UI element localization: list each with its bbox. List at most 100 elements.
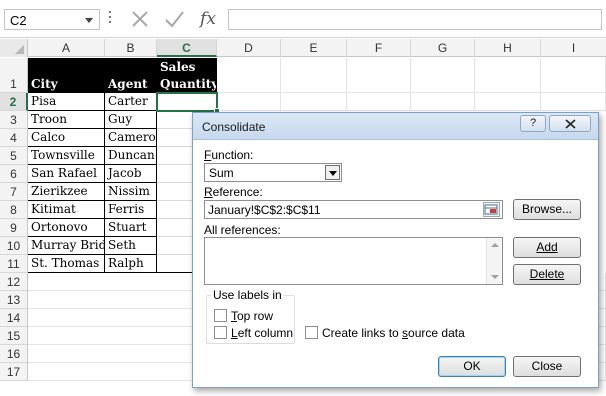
cell-b1[interactable]: Agent: [105, 58, 157, 93]
cancel-x-icon: [132, 11, 148, 27]
cell-agent[interactable]: Seth: [105, 237, 157, 255]
name-box-value: C2: [10, 13, 27, 28]
column-header-d[interactable]: D: [217, 39, 281, 57]
cell-agent[interactable]: Guy: [105, 111, 157, 129]
use-labels-title: Use labels in: [211, 288, 284, 302]
cell-i2[interactable]: [541, 93, 606, 111]
delete-button-label: Delete: [529, 267, 565, 281]
cell-agent[interactable]: Nissim: [105, 183, 157, 201]
row-header-13[interactable]: 13: [0, 291, 28, 309]
left-column-checkbox[interactable]: [214, 326, 227, 339]
row-header-4[interactable]: 4: [0, 129, 28, 147]
reference-label-rest: eference:: [212, 185, 263, 199]
cell-i1[interactable]: [541, 58, 606, 93]
more-options-icon[interactable]: [108, 11, 112, 25]
cancel-button[interactable]: [128, 9, 152, 30]
dialog-title-bar[interactable]: Consolidate ?: [193, 113, 598, 140]
cell-a1[interactable]: City: [28, 58, 105, 93]
top-row-checkbox[interactable]: [214, 309, 227, 322]
cell-city[interactable]: Zierikzee: [28, 183, 105, 201]
select-all-corner[interactable]: [0, 39, 28, 57]
left-column-key: L: [231, 326, 238, 340]
cell-g2[interactable]: [411, 93, 475, 111]
cell-city[interactable]: Murray Bridge: [28, 237, 105, 255]
cell-g1[interactable]: [411, 58, 475, 93]
column-header-b[interactable]: B: [105, 39, 157, 57]
active-cell-selection[interactable]: [156, 92, 218, 112]
close-x-button[interactable]: [549, 115, 591, 132]
scroll-down-icon[interactable]: [491, 275, 499, 279]
left-column-label: Left column: [231, 326, 293, 340]
cell-city[interactable]: Kitimat: [28, 201, 105, 219]
close-icon: [565, 119, 576, 129]
chevron-down-icon[interactable]: [325, 165, 340, 180]
function-label-rest: unction:: [211, 148, 254, 162]
cell-city[interactable]: Townsville: [28, 147, 105, 165]
cell-d2[interactable]: [217, 93, 281, 111]
row-header-10[interactable]: 10: [0, 237, 28, 255]
row-header-15[interactable]: 15: [0, 327, 28, 345]
row-header-14[interactable]: 14: [0, 309, 28, 327]
cell-e2[interactable]: [281, 93, 347, 111]
cell-agent[interactable]: Ralph: [105, 255, 157, 273]
name-box[interactable]: C2: [4, 9, 100, 30]
cell-city[interactable]: San Rafael: [28, 165, 105, 183]
formula-input[interactable]: [228, 9, 602, 30]
scroll-up-icon[interactable]: [491, 243, 499, 247]
row-header-6[interactable]: 6: [0, 165, 28, 183]
references-scrollbar[interactable]: [486, 238, 502, 284]
column-header-h[interactable]: H: [475, 39, 541, 57]
insert-function-button[interactable]: fx: [196, 9, 220, 30]
row-header-1[interactable]: 1: [0, 58, 28, 93]
column-header-f[interactable]: F: [347, 39, 411, 57]
column-header-e[interactable]: E: [281, 39, 347, 57]
row-header-5[interactable]: 5: [0, 147, 28, 165]
cell-agent[interactable]: Ferris: [105, 201, 157, 219]
cell-city[interactable]: Troon: [28, 111, 105, 129]
browse-button[interactable]: Browse...: [513, 199, 581, 220]
function-select-value: Sum: [209, 166, 234, 180]
collapse-dialog-button[interactable]: [483, 202, 500, 217]
cell-city[interactable]: Pisa: [28, 93, 105, 111]
add-button[interactable]: Add: [513, 237, 581, 258]
enter-button[interactable]: [162, 9, 186, 30]
cell-city[interactable]: St. Thomas: [28, 255, 105, 273]
cell-agent[interactable]: Jacob: [105, 165, 157, 183]
function-select[interactable]: Sum: [204, 163, 342, 182]
row-header-17[interactable]: 17: [0, 363, 28, 381]
cell-f2[interactable]: [347, 93, 411, 111]
cell-h1[interactable]: [475, 58, 541, 93]
row-header-11[interactable]: 11: [0, 255, 28, 273]
column-header-g[interactable]: G: [411, 39, 475, 57]
create-links-post: ource data: [408, 326, 465, 340]
delete-button[interactable]: Delete: [513, 264, 581, 285]
close-button[interactable]: Close: [513, 356, 581, 377]
cell-agent[interactable]: Stuart: [105, 219, 157, 237]
cell-c1[interactable]: Sales Quantity: [157, 58, 217, 93]
row-header-8[interactable]: 8: [0, 201, 28, 219]
row-header-2[interactable]: 2: [0, 93, 28, 111]
column-header-a[interactable]: A: [28, 39, 105, 57]
cell-agent[interactable]: Carter: [105, 93, 157, 111]
row-header-16[interactable]: 16: [0, 345, 28, 363]
reference-input[interactable]: January!$C$2:$C$11: [204, 200, 503, 219]
column-header-c[interactable]: C: [157, 39, 217, 57]
cell-agent[interactable]: Duncan: [105, 147, 157, 165]
chevron-down-icon[interactable]: [85, 18, 93, 23]
ok-button[interactable]: OK: [438, 356, 506, 377]
row-header-7[interactable]: 7: [0, 183, 28, 201]
cell-f1[interactable]: [347, 58, 411, 93]
all-references-list[interactable]: [204, 237, 503, 285]
cell-city[interactable]: Ortonovo: [28, 219, 105, 237]
cell-city[interactable]: Calco: [28, 129, 105, 147]
create-links-checkbox[interactable]: [305, 326, 318, 339]
row-header-12[interactable]: 12: [0, 273, 28, 291]
cell-agent[interactable]: Cameron: [105, 129, 157, 147]
help-button[interactable]: ?: [520, 115, 546, 132]
column-header-i[interactable]: I: [541, 39, 606, 57]
cell-d1[interactable]: [217, 58, 281, 93]
row-header-3[interactable]: 3: [0, 111, 28, 129]
cell-h2[interactable]: [475, 93, 541, 111]
row-header-9[interactable]: 9: [0, 219, 28, 237]
cell-e1[interactable]: [281, 58, 347, 93]
